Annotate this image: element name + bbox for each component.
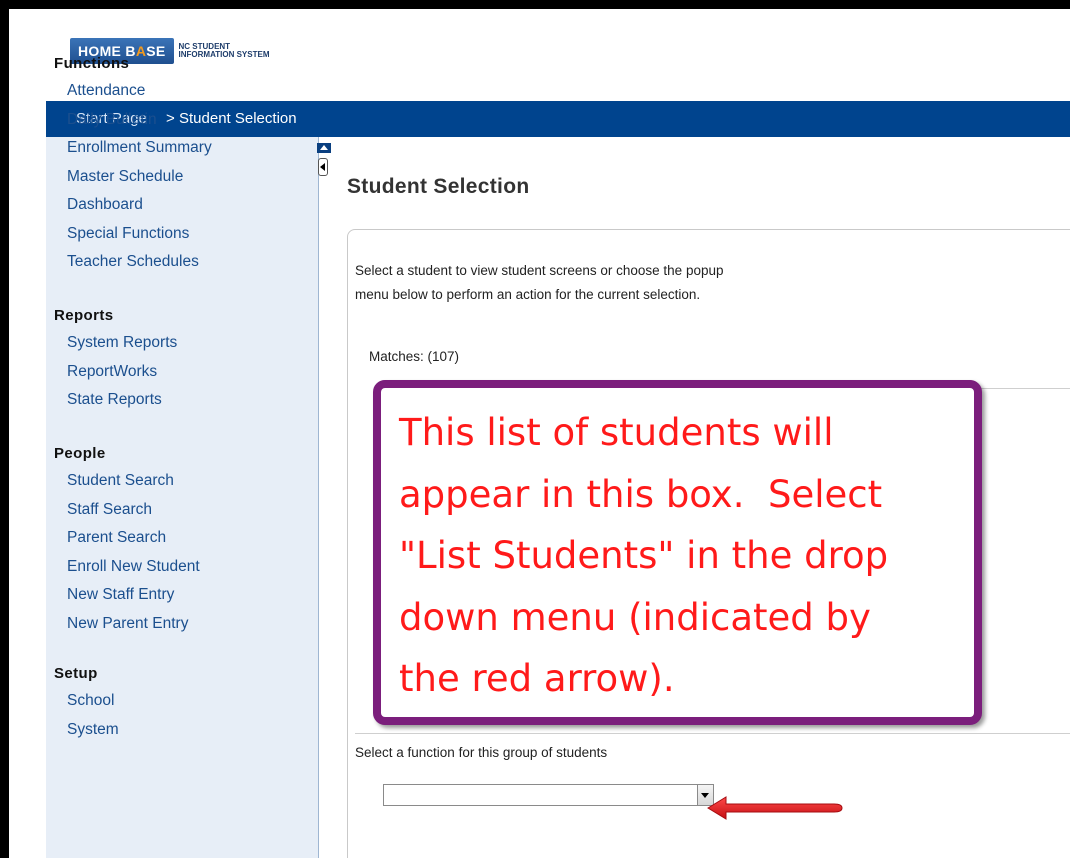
page-title: Student Selection xyxy=(347,175,530,198)
sidebar-section-title: Functions xyxy=(54,55,130,72)
annotation-callout-line: This list of students will xyxy=(399,411,834,454)
sidebar-item-parent-search[interactable]: Parent Search xyxy=(67,524,200,553)
sidebar-item-school[interactable]: School xyxy=(67,687,119,716)
app-window: HOME BASE NC STUDENT INFORMATION SYSTEM … xyxy=(9,9,1070,858)
intro-line-2: menu below to perform an action for the … xyxy=(355,287,701,302)
sidebar: Functions Attendance Daily Bulletin Enrollm… xyxy=(46,55,319,858)
sidebar-item-new-parent-entry[interactable]: New Parent Entry xyxy=(67,610,200,639)
sidebar-item-teacher-schedules[interactable]: Teacher Schedules xyxy=(67,248,212,277)
sidebar-item-enrollment-summary[interactable]: Enrollment Summary xyxy=(67,134,212,163)
sidebar-section-title: People xyxy=(54,445,106,462)
sidebar-item-special-functions[interactable]: Special Functions xyxy=(67,220,212,249)
sidebar-item-state-reports[interactable]: State Reports xyxy=(67,386,177,415)
function-select-label: Select a function for this group of stud… xyxy=(355,745,608,760)
annotation-callout-line: down menu (indicated by xyxy=(399,595,871,639)
sidebar-section-people: People Student Search Staff Search Parent S… xyxy=(46,441,200,638)
annotation-callout-line: appear in this box. Select xyxy=(399,472,883,516)
sidebar-item-enroll-new-student[interactable]: Enroll New Student xyxy=(67,553,200,582)
sidebar-item-daily-bulletin[interactable]: Daily Bulletin xyxy=(67,106,212,135)
collapse-sidebar-icon[interactable] xyxy=(318,158,328,176)
sidebar-section-title: Reports xyxy=(54,307,114,324)
sidebar-item-system[interactable]: System xyxy=(67,716,119,745)
divider-bottom xyxy=(355,733,1070,734)
intro-line-1: Select a student to view student screens… xyxy=(355,263,724,278)
collapse-header-icon[interactable] xyxy=(317,143,331,153)
annotation-callout-box: This list of students will appear in this… xyxy=(373,380,982,725)
annotation-callout-line: "List Students" in the drop xyxy=(399,534,889,577)
sidebar-section-functions: Functions Attendance Daily Bulletin Enrollm… xyxy=(46,51,212,277)
sidebar-item-system-reports[interactable]: System Reports xyxy=(67,329,177,358)
function-dropdown[interactable] xyxy=(383,784,714,806)
annotation-callout-text: This list of students will appear in this… xyxy=(399,402,979,710)
sidebar-item-staff-search[interactable]: Staff Search xyxy=(67,496,200,525)
intro-text: Select a student to view student screens… xyxy=(355,259,875,307)
sidebar-section-reports: Reports System Reports ReportWorks State Re… xyxy=(46,303,177,415)
red-arrow-annotation-icon xyxy=(707,796,843,820)
matches-count: Matches: (107) xyxy=(369,349,460,364)
sidebar-item-attendance[interactable]: Attendance xyxy=(67,77,212,106)
sidebar-item-student-search[interactable]: Student Search xyxy=(67,467,200,496)
sidebar-section-setup: Setup School System xyxy=(46,661,119,744)
sidebar-item-dashboard[interactable]: Dashboard xyxy=(67,191,212,220)
annotation-callout-line: the red arrow). xyxy=(399,657,675,700)
sidebar-item-master-schedule[interactable]: Master Schedule xyxy=(67,163,212,192)
sidebar-section-title: Setup xyxy=(54,665,98,682)
sidebar-item-new-staff-entry[interactable]: New Staff Entry xyxy=(67,581,200,610)
sidebar-item-reportworks[interactable]: ReportWorks xyxy=(67,358,177,387)
